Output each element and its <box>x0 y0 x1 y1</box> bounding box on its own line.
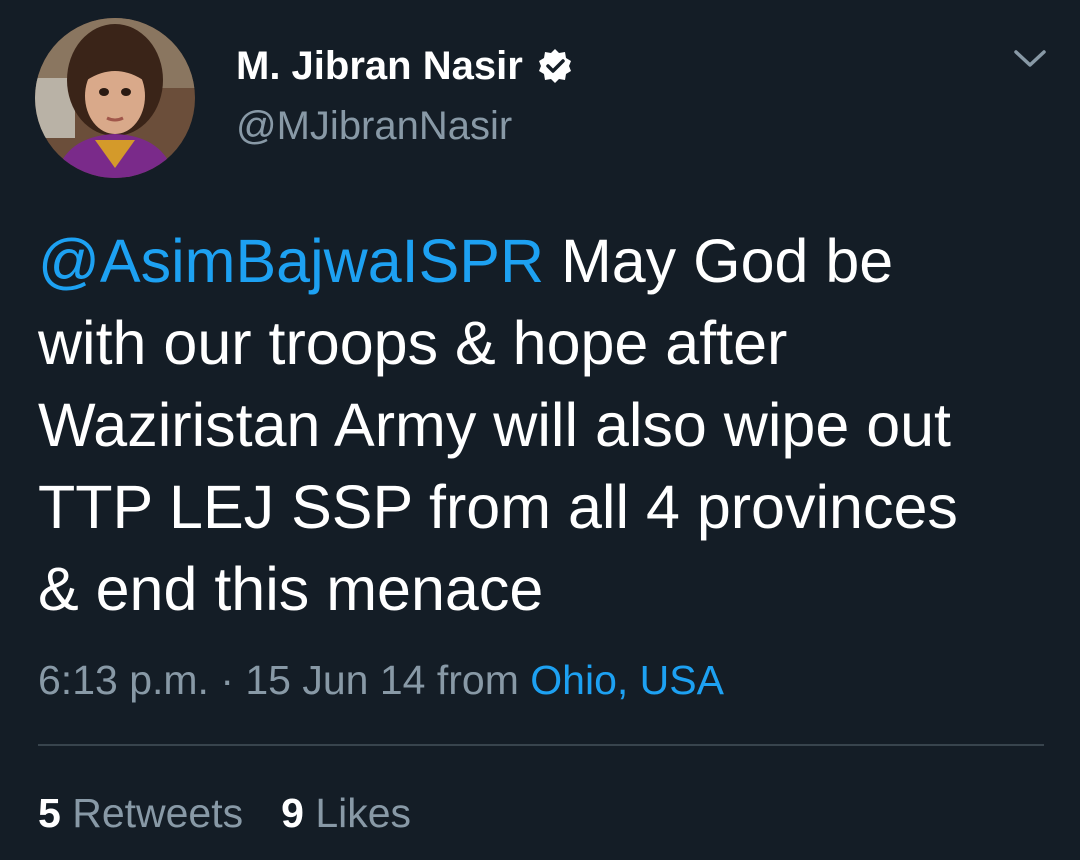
location-link[interactable]: Ohio, USA <box>530 657 724 703</box>
meta-separator: · <box>208 657 246 703</box>
verified-badge-icon <box>537 48 573 84</box>
retweets-stat[interactable]: 5 Retweets <box>38 786 243 840</box>
author-name[interactable]: M. Jibran Nasir <box>236 40 523 92</box>
from-label: from <box>425 657 531 703</box>
tweet-line-2: with our troops & hope after <box>38 309 788 377</box>
chevron-down-icon[interactable] <box>1010 40 1050 76</box>
divider <box>38 744 1044 746</box>
mention-link[interactable]: @AsimBajwaISPR <box>38 227 544 295</box>
tweet-line-1-text: May God be <box>544 227 894 295</box>
tweet-card: M. Jibran Nasir @MJibranNasir @AsimBajwa… <box>0 0 1080 860</box>
tweet-stats: 5 Retweets 9 Likes <box>38 786 449 840</box>
author-name-row[interactable]: M. Jibran Nasir <box>236 40 573 92</box>
author-handle[interactable]: @MJibranNasir <box>236 100 512 152</box>
likes-stat[interactable]: 9 Likes <box>281 786 411 840</box>
likes-count: 9 <box>281 790 304 836</box>
avatar[interactable] <box>35 18 195 178</box>
likes-label: Likes <box>303 790 412 836</box>
tweet-meta: 6:13 p.m. · 15 Jun 14 from Ohio, USA <box>38 653 724 707</box>
tweet-date: 15 Jun 14 <box>245 657 426 703</box>
retweets-label: Retweets <box>60 790 244 836</box>
tweet-time: 6:13 p.m. <box>38 657 209 703</box>
tweet-line-5: & end this menace <box>38 555 544 623</box>
tweet-line-3: Waziristan Army will also wipe out <box>38 391 952 459</box>
tweet-line-1: @AsimBajwaISPR May God be <box>38 220 1058 302</box>
retweets-count: 5 <box>38 790 61 836</box>
profile-photo <box>35 18 195 178</box>
tweet-text: @AsimBajwaISPR May God be with our troop… <box>38 220 1058 630</box>
tweet-line-4: TTP LEJ SSP from all 4 provinces <box>38 473 958 541</box>
